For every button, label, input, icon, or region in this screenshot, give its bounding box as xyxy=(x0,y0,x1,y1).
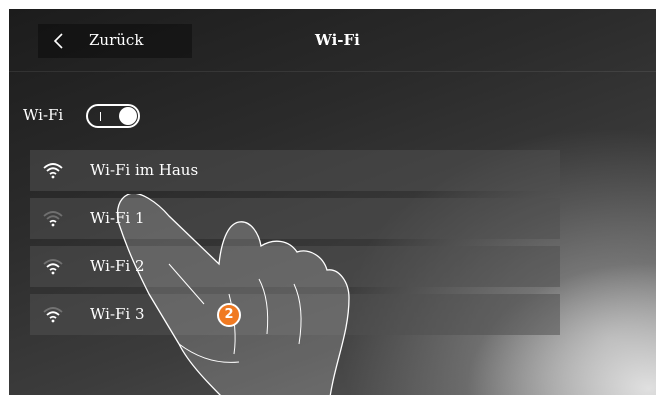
wifi-weak-icon xyxy=(43,211,63,227)
step-callout-badge: 2 xyxy=(217,303,241,327)
wifi-strong-icon xyxy=(43,163,63,179)
network-name: Wi-Fi 3 xyxy=(90,305,145,323)
network-item-wifi-3[interactable]: Wi-Fi 3 xyxy=(30,294,560,335)
back-label: Zurück xyxy=(89,31,144,49)
network-item-wifi-2[interactable]: Wi-Fi 2 xyxy=(30,246,560,287)
device-screen: Zurück Wi-Fi Wi-Fi Wi-Fi im Haus Wi-Fi 1… xyxy=(9,9,656,395)
wifi-medium-icon xyxy=(43,307,63,323)
wifi-toggle[interactable] xyxy=(86,104,140,128)
network-name: Wi-Fi 1 xyxy=(90,209,145,227)
network-item-wifi-1[interactable]: Wi-Fi 1 xyxy=(30,198,560,239)
wifi-toggle-label: Wi-Fi xyxy=(23,106,64,124)
toggle-knob xyxy=(119,107,137,125)
network-name: Wi-Fi 2 xyxy=(90,257,145,275)
header-divider xyxy=(9,71,656,72)
chevron-left-icon xyxy=(53,33,63,49)
page-title: Wi-Fi xyxy=(315,31,360,49)
wifi-medium-icon xyxy=(43,259,63,275)
toggle-on-mark xyxy=(100,112,101,121)
network-list: Wi-Fi im Haus Wi-Fi 1 Wi-Fi 2 Wi-Fi 3 xyxy=(30,150,560,342)
back-button[interactable]: Zurück xyxy=(38,24,192,58)
top-bar: Zurück Wi-Fi xyxy=(9,9,656,71)
network-name: Wi-Fi im Haus xyxy=(90,161,199,179)
network-item-wifi-im-haus[interactable]: Wi-Fi im Haus xyxy=(30,150,560,191)
